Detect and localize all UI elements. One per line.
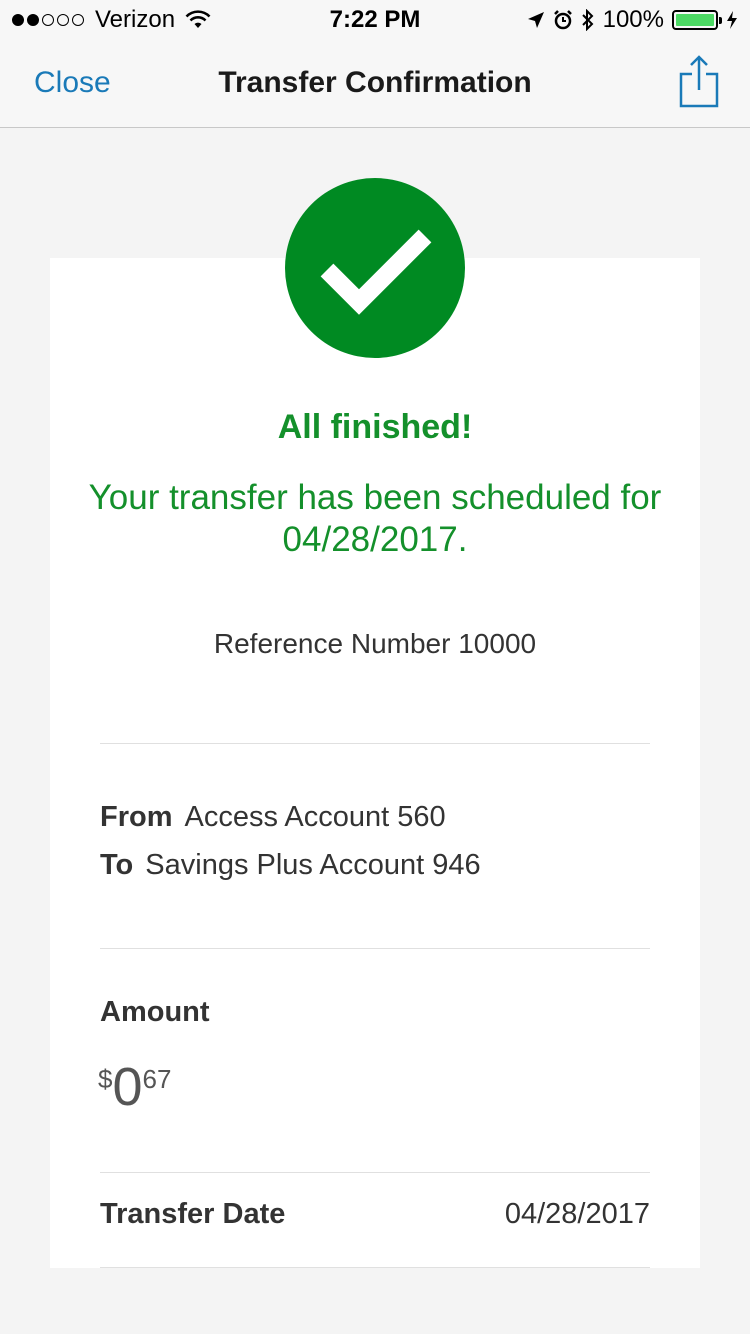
location-arrow-icon <box>527 12 544 28</box>
close-button[interactable]: Close <box>34 66 111 100</box>
divider <box>100 743 650 744</box>
amount-cents: 67 <box>142 1064 172 1094</box>
divider <box>100 948 650 949</box>
bluetooth-icon <box>581 9 594 31</box>
from-label: From <box>100 801 173 833</box>
amount-currency: $ <box>98 1064 113 1094</box>
amount-value: $067 <box>98 1060 171 1114</box>
share-icon[interactable] <box>678 54 720 108</box>
transfer-date-label: Transfer Date <box>100 1198 286 1230</box>
transfer-date-value: 04/28/2017 <box>504 1198 650 1230</box>
charging-bolt-icon <box>727 11 737 29</box>
divider <box>100 1267 650 1268</box>
success-headline: All finished! <box>277 408 473 446</box>
scheduled-message: Your transfer has been scheduled for 04/… <box>88 478 662 559</box>
status-bar: Verizon 7:22 PM 100% <box>0 0 750 40</box>
navigation-bar: Close Transfer Confirmation <box>0 40 750 128</box>
success-check-icon <box>285 178 465 358</box>
from-account: Access Account 560 <box>184 801 446 833</box>
status-right: 100% <box>519 6 738 34</box>
battery-percent: 100% <box>602 6 664 33</box>
to-row: To Savings Plus Account 946 <box>100 849 481 882</box>
from-row: From Access Account 560 <box>100 801 446 834</box>
alarm-icon <box>553 10 572 30</box>
to-account: Savings Plus Account 946 <box>145 849 481 881</box>
page-title: Transfer Confirmation <box>218 66 532 99</box>
reference-number: Reference Number 10000 <box>213 628 537 659</box>
amount-whole: 0 <box>112 1057 143 1117</box>
to-label: To <box>100 849 134 881</box>
amount-label: Amount <box>100 996 210 1028</box>
divider <box>100 1172 650 1173</box>
battery-icon <box>672 10 722 30</box>
